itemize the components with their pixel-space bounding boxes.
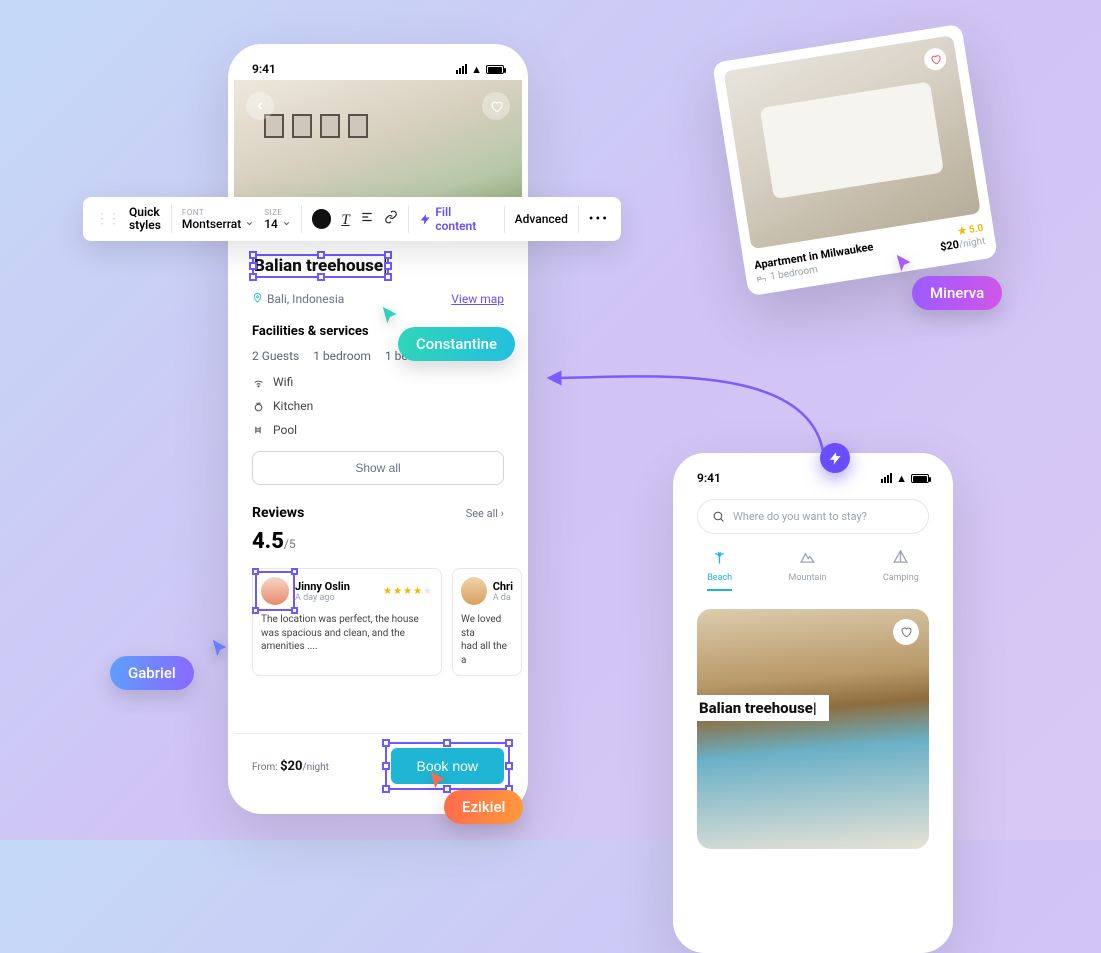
listing-label: Balian treehouse|: [697, 695, 829, 721]
review-date: A da: [493, 593, 513, 603]
amenity-row: Pool: [252, 423, 504, 437]
mountain-icon: [799, 548, 816, 569]
battery-icon: [486, 65, 504, 74]
category-tabs: Beach Mountain Camping: [679, 548, 947, 597]
bed-icon: [756, 273, 767, 284]
advanced-button[interactable]: Advanced: [515, 212, 568, 226]
location-text: Bali, Indonesia: [267, 292, 344, 306]
listing-card[interactable]: Apartment in Milwaukee 1 bedroom ★ 5.0 $…: [712, 24, 998, 297]
fill-content-button[interactable]: Fill content: [419, 205, 494, 233]
phone-detail: 9:41 ▲ 24 Balian treehouse|: [228, 44, 528, 814]
font-label: FONT: [182, 208, 254, 217]
lightning-icon: [419, 213, 432, 226]
pool-icon: [252, 424, 265, 437]
see-all-link[interactable]: See all ›: [466, 507, 504, 520]
card-image: [724, 35, 981, 249]
favorite-button[interactable]: [893, 619, 919, 645]
chevron-down-icon: [245, 219, 254, 228]
avatar-selected[interactable]: [261, 577, 289, 605]
price-label: From: $20/night: [252, 759, 329, 774]
heart-icon: [900, 626, 912, 638]
favorite-button[interactable]: [923, 47, 948, 72]
back-button[interactable]: [246, 92, 274, 120]
amenity-row: Kitchen: [252, 399, 504, 413]
tag-minerva: Minerva: [912, 276, 1002, 310]
text-style-icon[interactable]: T: [341, 210, 349, 229]
review-card[interactable]: Jinny Oslin A day ago ★★★★★ The location…: [252, 568, 442, 676]
quick-styles-button[interactable]: Quick styles: [129, 206, 161, 231]
status-bar: 9:41 ▲: [234, 50, 522, 80]
status-time: 9:41: [697, 471, 721, 485]
title-selected[interactable]: Balian treehouse|: [252, 254, 389, 278]
font-dropdown[interactable]: FONT Montserrat: [182, 208, 254, 231]
text-toolbar[interactable]: ⋮⋮ Quick styles FONT Montserrat SIZE 14 …: [83, 197, 621, 241]
search-icon: [712, 510, 725, 523]
amenity-row: Wifi: [252, 375, 504, 389]
tag-ezikiel: Ezikiel: [444, 790, 523, 824]
wifi-icon: [252, 376, 265, 389]
star-rating: ★★★★★: [383, 586, 433, 597]
location: Bali, Indonesia: [252, 292, 344, 306]
battery-icon: [911, 474, 929, 483]
wifi-icon: ▲: [896, 472, 907, 485]
phone-search: 9:41 ▲ Where do you want to stay? Beach …: [673, 453, 953, 953]
tab-label: Beach: [707, 573, 732, 583]
font-value: Montserrat: [182, 217, 241, 231]
tab-mountain[interactable]: Mountain: [789, 548, 827, 591]
review-card[interactable]: Chri A da We loved sta had all the a: [452, 568, 522, 676]
reviewer-name: Chri: [493, 580, 513, 593]
tag-gabriel: Gabriel: [110, 656, 194, 690]
tab-label: Camping: [883, 573, 919, 583]
fact: 2 Guests: [252, 349, 299, 363]
align-icon[interactable]: [360, 210, 374, 228]
heart-icon: [929, 53, 942, 66]
signal-icon: [456, 64, 467, 74]
heart-icon: [490, 100, 503, 113]
amenity-label: Kitchen: [273, 399, 313, 413]
link-icon[interactable]: [384, 210, 398, 228]
amenity-label: Wifi: [273, 375, 293, 389]
tab-label: Mountain: [789, 573, 827, 583]
reviewer-name: Jinny Oslin: [295, 580, 350, 593]
avatar: [461, 577, 487, 605]
review-date: A day ago: [295, 593, 350, 603]
wifi-icon: ▲: [471, 63, 482, 76]
text-color-swatch[interactable]: [312, 209, 332, 229]
view-map-link[interactable]: View map: [451, 292, 504, 306]
size-label: SIZE: [264, 208, 291, 217]
reviews-heading: Reviews: [252, 505, 304, 521]
book-button-selected[interactable]: Book now: [391, 748, 504, 784]
pin-icon: [252, 292, 263, 306]
status-time: 9:41: [252, 62, 276, 76]
chevron-left-icon: [254, 100, 266, 112]
show-all-button[interactable]: Show all: [252, 451, 504, 485]
tab-beach[interactable]: Beach: [707, 548, 732, 591]
search-input[interactable]: Where do you want to stay?: [697, 499, 929, 534]
tab-camping[interactable]: Camping: [883, 548, 919, 591]
favorite-button[interactable]: [482, 92, 510, 120]
lightning-icon: [828, 451, 843, 466]
amenity-label: Pool: [273, 423, 297, 437]
more-icon[interactable]: •••: [589, 211, 609, 227]
listing-content: Balian treehouse| Bali, Indonesia View m…: [234, 240, 522, 733]
listing-image[interactable]: Balian treehouse|: [697, 609, 929, 849]
tag-constantine: Constantine: [398, 327, 515, 361]
review-text: The location was perfect, the house was …: [261, 613, 433, 654]
size-dropdown[interactable]: SIZE 14: [264, 208, 291, 231]
review-text: We loved sta had all the a: [461, 613, 513, 667]
score: 4.5/5: [252, 529, 504, 554]
chevron-down-icon: [282, 219, 291, 228]
tent-icon: [892, 548, 909, 569]
signal-icon: [881, 473, 892, 483]
kitchen-icon: [252, 400, 265, 413]
drag-handle-icon[interactable]: ⋮⋮: [95, 211, 119, 227]
palm-icon: [711, 548, 728, 569]
wall-frames: [264, 114, 368, 138]
size-value: 14: [264, 217, 278, 231]
fact: 1 bedroom: [313, 349, 371, 363]
search-placeholder: Where do you want to stay?: [733, 510, 867, 523]
status-bar: 9:41 ▲: [679, 459, 947, 489]
sync-fab[interactable]: [820, 443, 850, 473]
connection-line: [544, 348, 844, 468]
